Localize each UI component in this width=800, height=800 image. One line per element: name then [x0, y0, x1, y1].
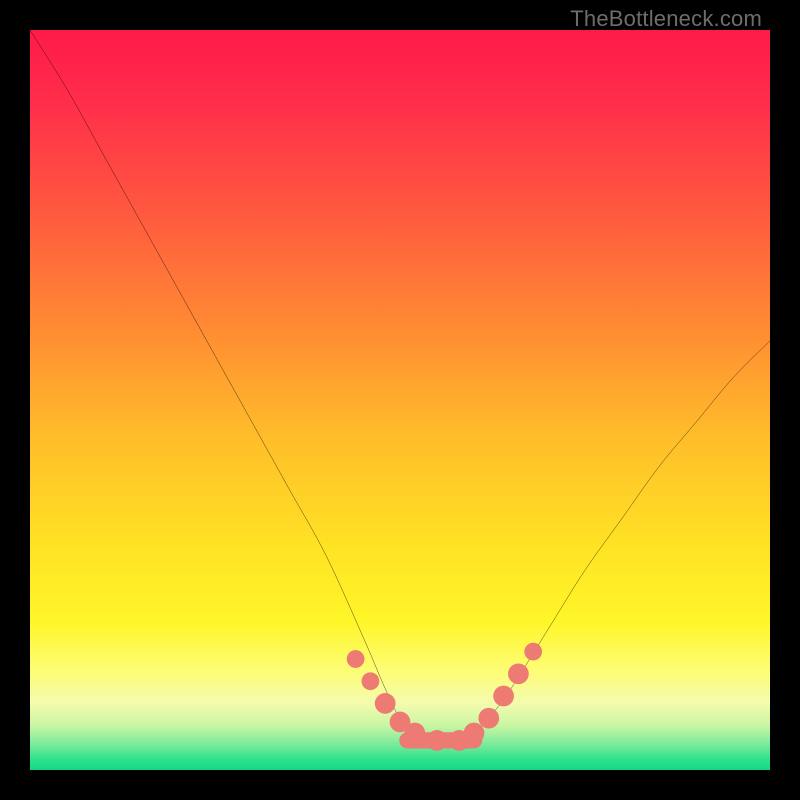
watermark-text: TheBottleneck.com: [570, 6, 762, 32]
curve-marker: [493, 686, 514, 707]
curve-marker: [524, 643, 542, 661]
bottleneck-curve: [30, 30, 770, 741]
curve-marker: [508, 663, 529, 684]
plot-area: [30, 30, 770, 770]
curve-marker: [375, 693, 396, 714]
curve-marker: [362, 672, 380, 690]
curve-marker: [347, 650, 365, 668]
curve-marker: [478, 708, 499, 729]
curve-layer: [30, 30, 770, 770]
